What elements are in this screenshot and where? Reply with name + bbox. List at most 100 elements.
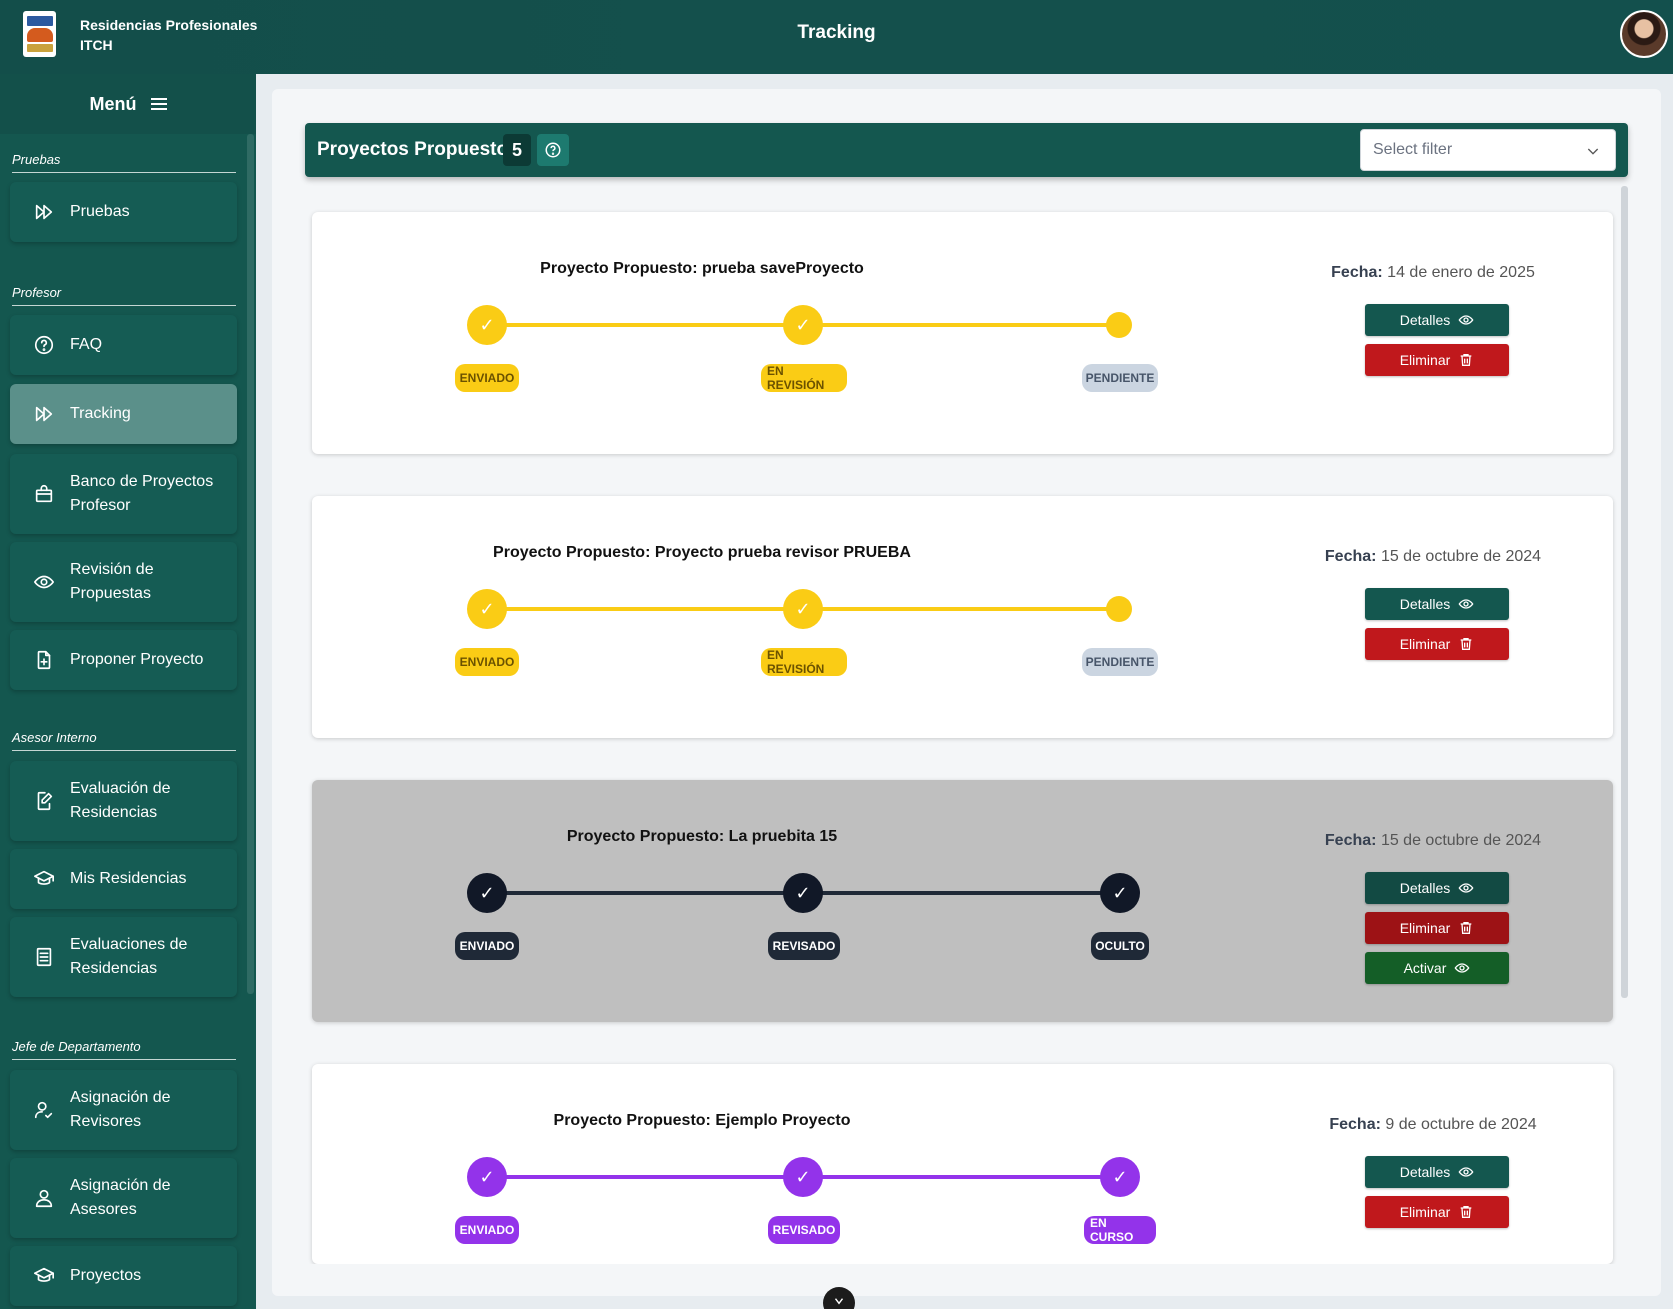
step-label: PENDIENTE <box>1082 648 1158 676</box>
date-value: 15 de octubre de 2024 <box>1380 832 1542 849</box>
step-label: PENDIENTE <box>1082 364 1158 392</box>
delete-button[interactable]: Eliminar <box>1365 1196 1509 1228</box>
fast-forward-icon <box>32 200 56 224</box>
delete-label: Eliminar <box>1399 352 1451 368</box>
filter-select[interactable]: Select filter <box>1360 129 1616 171</box>
sidebar-item-banco-proyectos[interactable]: Banco de Proyectos Profesor <box>10 454 237 534</box>
sidebar-item-evaluaciones-residencias[interactable]: Evaluaciones de Residencias <box>10 917 237 997</box>
sidebar-item-pruebas[interactable]: Pruebas <box>10 182 237 242</box>
chevron-down-icon <box>1587 148 1599 155</box>
details-button[interactable]: Detalles <box>1365 304 1509 336</box>
details-button[interactable]: Detalles <box>1365 872 1509 904</box>
sidebar-item-label: Revisión de Propuestas <box>70 561 154 602</box>
user-check-icon <box>32 1098 56 1122</box>
date-label: Fecha: <box>1331 264 1383 281</box>
step-label: ENVIADO <box>455 1216 519 1244</box>
sidebar-item-label: Asignación de Revisores <box>70 1089 171 1130</box>
sidebar-item-mis-residencias[interactable]: Mis Residencias <box>10 849 237 909</box>
sidebar-item-asignacion-revisores[interactable]: Asignación de Revisores <box>10 1070 237 1150</box>
help-button[interactable] <box>537 134 569 166</box>
date-label: Fecha: <box>1324 832 1377 849</box>
section-label-asesor-interno: Asesor Interno <box>12 730 236 751</box>
sidebar-item-label: Pruebas <box>70 203 130 220</box>
step-label: ENVIADO <box>455 932 519 960</box>
step-label: EN CURSO <box>1084 1216 1156 1244</box>
step-check-icon: ✓ <box>467 589 507 629</box>
eye-icon <box>32 570 56 594</box>
section-label-profesor: Profesor <box>12 285 236 306</box>
eye-icon <box>1458 315 1474 325</box>
date-value: 14 de enero de 2025 <box>1387 264 1535 281</box>
sidebar-item-label: Asignación de Asesores <box>70 1177 171 1218</box>
briefcase-icon <box>32 482 56 506</box>
delete-label: Eliminar <box>1399 636 1451 652</box>
date-value: 9 de octubre de 2024 <box>1385 1116 1537 1133</box>
sidebar-item-asignacion-asesores[interactable]: Asignación de Asesores <box>10 1158 237 1238</box>
project-date: Fecha: 9 de octubre de 2024 <box>1313 1116 1553 1134</box>
eye-icon <box>1454 963 1470 973</box>
list-bottom-mask <box>305 1264 1645 1294</box>
details-label: Detalles <box>1399 1164 1451 1180</box>
fast-forward-icon <box>32 402 56 426</box>
project-card-hidden: Proyecto Propuesto: La pruebita 15 ✓ ✓ ✓… <box>312 780 1613 1022</box>
step-check-icon: ✓ <box>1100 873 1140 913</box>
project-title: Proyecto Propuesto: prueba saveProyecto <box>540 260 864 277</box>
delete-button[interactable]: Eliminar <box>1365 912 1509 944</box>
step-label: REVISADO <box>768 1216 840 1244</box>
activate-button[interactable]: Activar <box>1365 952 1509 984</box>
trash-icon <box>1460 1206 1472 1218</box>
step-label: EN REVISIÓN <box>761 364 847 392</box>
sidebar-item-revision-propuestas[interactable]: Revisión de Propuestas <box>10 542 237 622</box>
document-list-icon <box>32 945 56 969</box>
sidebar-scrollbar[interactable] <box>247 134 254 994</box>
sidebar-item-label: Proponer Proyecto <box>70 651 204 668</box>
delete-label: Eliminar <box>1399 1204 1451 1220</box>
sidebar-item-faq[interactable]: FAQ <box>10 315 237 375</box>
sidebar-item-proponer-proyecto[interactable]: Proponer Proyecto <box>10 630 237 690</box>
step-label: ENVIADO <box>455 648 519 676</box>
step-pending-dot <box>1106 312 1132 338</box>
user-icon <box>32 1186 56 1210</box>
project-title: Proyecto Propuesto: Proyecto prueba revi… <box>493 544 911 561</box>
projects-scrollbar[interactable] <box>1621 186 1628 998</box>
sidebar-item-label: Proyectos <box>70 1267 142 1284</box>
sidebar-item-label: FAQ <box>70 336 103 353</box>
step-label: REVISADO <box>768 932 840 960</box>
step-check-icon: ✓ <box>783 305 823 345</box>
date-value: 15 de octubre de 2024 <box>1380 548 1542 565</box>
delete-button[interactable]: Eliminar <box>1365 628 1509 660</box>
projects-header: Proyectos Propuestos 5 Select filter <box>305 123 1628 177</box>
graduation-cap-icon <box>32 1264 56 1288</box>
project-title: Proyecto Propuesto: Ejemplo Proyecto <box>553 1112 851 1129</box>
sidebar-item-label: Mis Residencias <box>70 870 187 887</box>
step-check-icon: ✓ <box>783 1157 823 1197</box>
section-label-jefe-departamento: Jefe de Departamento <box>12 1039 236 1060</box>
step-label: ENVIADO <box>455 364 519 392</box>
page-title: Tracking <box>797 22 876 43</box>
sidebar-item-evaluacion-residencias[interactable]: Evaluación de Residencias <box>10 761 237 841</box>
details-button[interactable]: Detalles <box>1365 1156 1509 1188</box>
help-circle-icon <box>545 142 561 158</box>
menu-label: Menú <box>89 93 137 114</box>
step-check-icon: ✓ <box>467 873 507 913</box>
project-date: Fecha: 15 de octubre de 2024 <box>1313 832 1553 850</box>
details-button[interactable]: Detalles <box>1365 588 1509 620</box>
project-card: Proyecto Propuesto: Proyecto prueba revi… <box>312 496 1613 738</box>
project-title: Proyecto Propuesto: La pruebita 15 <box>566 828 838 845</box>
trash-icon <box>1460 354 1472 366</box>
activate-label: Activar <box>1403 960 1447 976</box>
file-edit-icon <box>32 789 56 813</box>
user-avatar[interactable] <box>1620 10 1668 58</box>
project-date: Fecha: 14 de enero de 2025 <box>1313 264 1553 282</box>
menu-toggle[interactable]: Menú <box>0 74 256 134</box>
eye-icon <box>1458 883 1474 893</box>
sidebar-item-proyectos[interactable]: Proyectos <box>10 1246 237 1306</box>
file-plus-icon <box>32 648 56 672</box>
trash-icon <box>1460 638 1472 650</box>
top-bar: Residencias Profesionales ITCH Tracking <box>0 0 1673 74</box>
sidebar-item-tracking[interactable]: Tracking <box>10 384 237 444</box>
step-check-icon: ✓ <box>783 589 823 629</box>
date-label: Fecha: <box>1329 1116 1381 1133</box>
projects-title: Proyectos Propuestos <box>317 139 519 160</box>
delete-button[interactable]: Eliminar <box>1365 344 1509 376</box>
